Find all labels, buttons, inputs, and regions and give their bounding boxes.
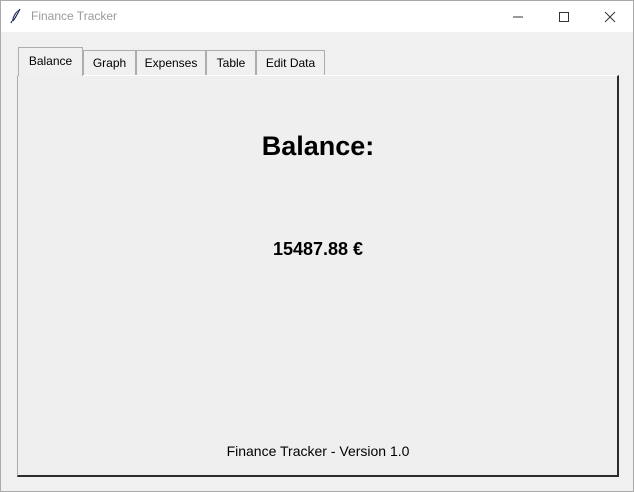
close-button[interactable] — [587, 1, 633, 32]
tab-edit-data[interactable]: Edit Data — [256, 50, 325, 75]
balance-heading: Balance: — [261, 131, 375, 161]
minimize-button[interactable] — [495, 1, 541, 32]
tab-expenses[interactable]: Expenses — [136, 50, 206, 75]
window-title: Finance Tracker — [31, 9, 118, 23]
maximize-button[interactable] — [541, 1, 587, 32]
close-icon — [604, 11, 616, 23]
tab-table[interactable]: Table — [206, 50, 256, 75]
tab-graph[interactable]: Graph — [83, 50, 136, 75]
title-bar[interactable]: Finance Tracker — [1, 1, 633, 32]
version-footer: Finance Tracker - Version 1.0 — [226, 443, 410, 459]
maximize-icon — [559, 12, 569, 22]
balance-value: 15487.88 € — [272, 239, 364, 259]
feather-icon — [10, 8, 21, 24]
tab-balance[interactable]: Balance — [18, 47, 83, 76]
minimize-icon — [513, 16, 523, 18]
app-window: Finance Tracker Balance Graph Expenses T… — [0, 0, 634, 492]
